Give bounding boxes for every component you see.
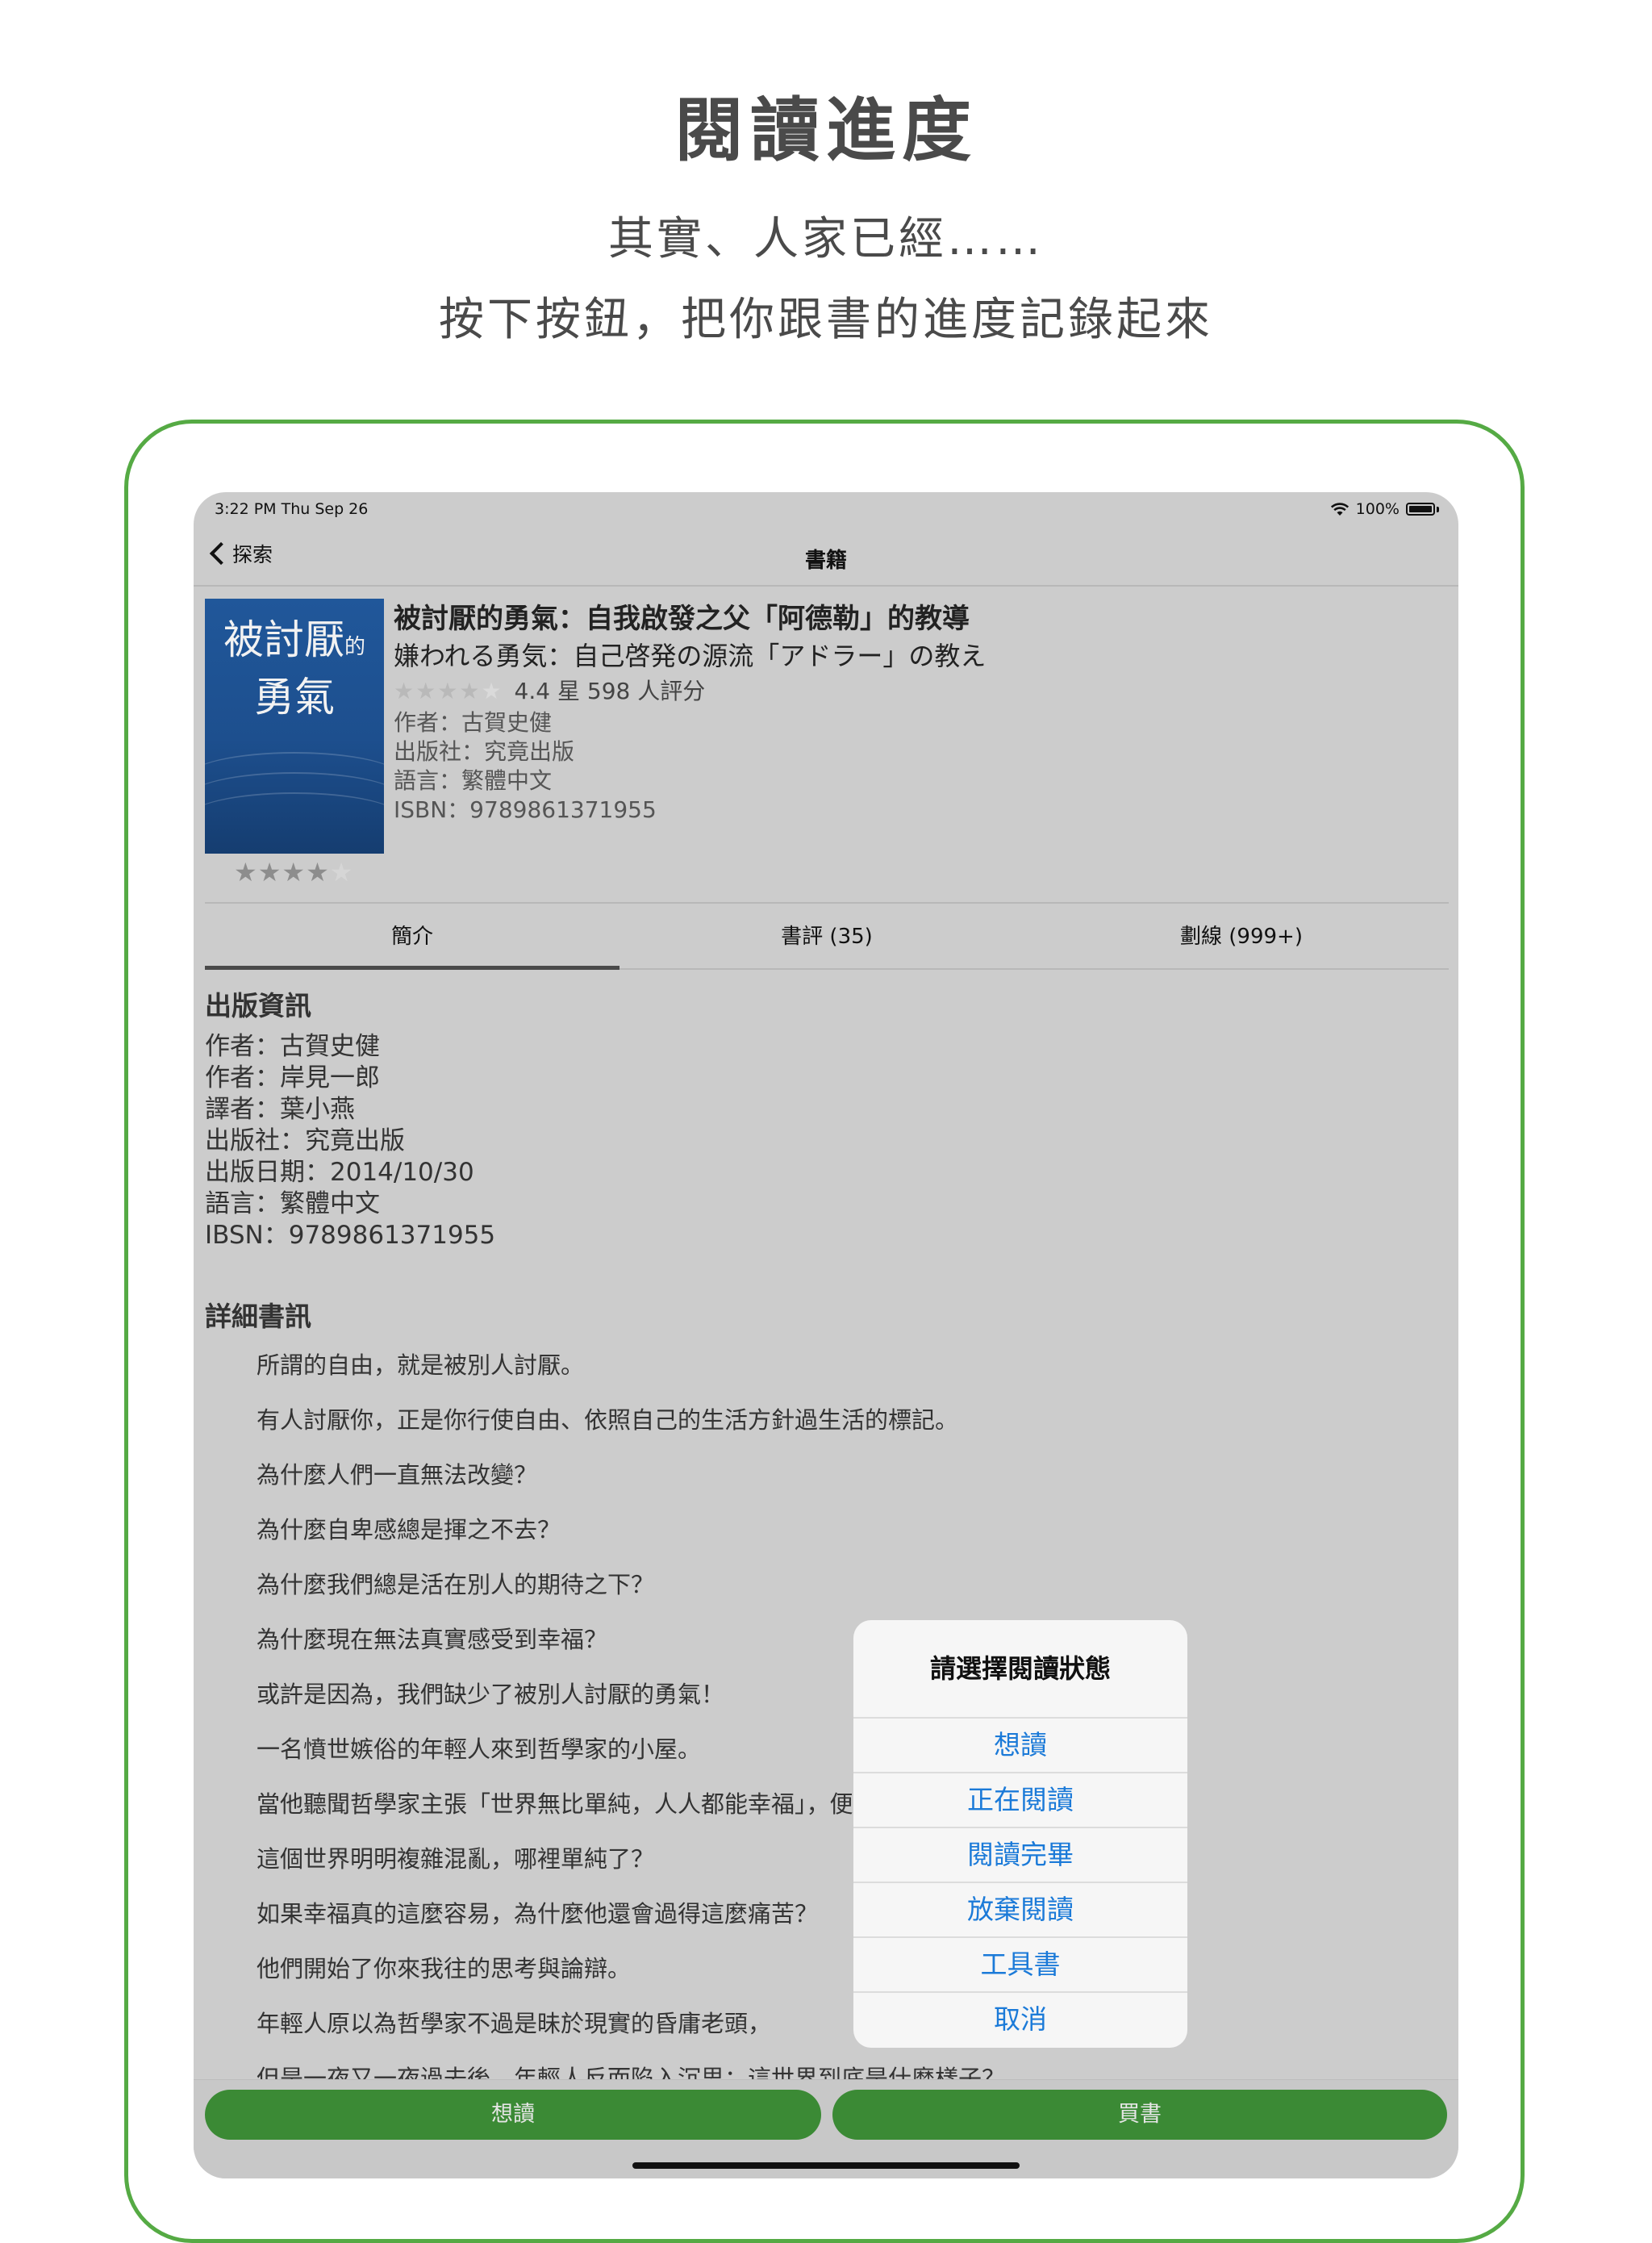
home-indicator[interactable]	[632, 2162, 1020, 2169]
star-icon: ★	[257, 857, 282, 888]
detail-line: 當他聽聞哲學家主張「世界無比單純，人人都能幸福」，便決心前來推翻這種謬論。	[257, 1790, 1111, 1818]
detail-line: 他們開始了你來我往的思考與論辯。	[257, 1955, 632, 1982]
status-right: 100%	[1330, 500, 1439, 518]
battery-icon	[1406, 503, 1435, 516]
tab-reviews[interactable]: 書評 (35)	[620, 920, 1034, 950]
alert-option-finished[interactable]: 閱讀完畢	[853, 1827, 1187, 1882]
cover-title-small: 的	[344, 635, 365, 659]
star-icon: ★	[437, 678, 460, 704]
book-title: 被討厭的勇氣：自我啟發之父「阿德勒」的教導	[394, 603, 970, 635]
star-icon: ★	[415, 678, 438, 704]
detail-line: 為什麼現在無法真實感受到幸福？	[257, 1626, 608, 1653]
publication-line: 出版日期：2014/10/30	[205, 1158, 474, 1187]
battery-tip	[1437, 506, 1439, 512]
publisher-line: 出版社：究竟出版	[394, 738, 575, 765]
publication-line: 作者：岸見一郎	[205, 1063, 380, 1092]
user-rating-stars[interactable]: ★★★★★	[234, 857, 353, 888]
nav-title: 書籍	[804, 549, 847, 573]
book-cover[interactable]: 被討厭的 勇氣	[205, 599, 384, 854]
detail-heading: 詳細書訊	[205, 1301, 311, 1332]
detail-line: 為什麼人們一直無法改變？	[257, 1461, 538, 1489]
alert-option-reference[interactable]: 工具書	[853, 1936, 1187, 1991]
publication-list: 作者：古賀史健 作者：岸見一郎 譯者：葉小燕 出版社：究竟出版 出版日期：201…	[205, 1031, 495, 1251]
segment-tabs: 簡介 書評 (35) 劃線 (999+)	[205, 902, 1449, 970]
device-screen: 3:22 PM Thu Sep 26 100% 探索 書籍 被討厭的 勇氣 ★★…	[194, 492, 1458, 2178]
detail-line: 或許是因為，我們缺少了被別人討厭的勇氣！	[257, 1681, 725, 1708]
alert-cancel-button[interactable]: 取消	[853, 1991, 1187, 2046]
promo-subtitle-1: 其實、人家已經……	[608, 213, 1044, 265]
cover-title-line2: 勇氣	[254, 674, 335, 721]
battery-percent: 100%	[1355, 500, 1400, 518]
tab-selected-indicator	[205, 966, 620, 970]
rating-row: ★★★★★ 4.4 星 598 人評分	[394, 675, 986, 708]
alert-title: 請選擇閱讀狀態	[929, 1653, 1111, 1684]
book-original-title: 嫌われる勇気：自己啓発の源流「アドラー」の教え	[394, 641, 987, 671]
rating-stars: ★★★★★	[394, 675, 503, 708]
publication-line: 語言：繁體中文	[205, 1189, 380, 1218]
publication-line: 譯者：葉小燕	[205, 1095, 355, 1124]
cover-title: 被討厭的 勇氣	[205, 615, 384, 722]
reading-status-alert: 請選擇閱讀狀態 想讀 正在閱讀 閱讀完畢 放棄閱讀 工具書 取消	[853, 1620, 1187, 2048]
detail-line: 年輕人原以為哲學家不過是昧於現實的昏庸老頭，	[257, 2010, 772, 2037]
status-time: 3:22 PM Thu Sep 26	[215, 500, 369, 518]
cover-title-line1: 被討厭	[223, 616, 344, 663]
want-to-read-button[interactable]: 想讀	[205, 2090, 821, 2140]
detail-line: 這個世界明明複雜混亂，哪裡單純了？	[257, 1845, 655, 1873]
status-bar: 3:22 PM Thu Sep 26 100%	[194, 492, 1458, 524]
publication-line: 出版社：究竟出版	[205, 1126, 405, 1155]
isbn-line: ISBN：9789861371955	[394, 796, 657, 823]
alert-option-reading[interactable]: 正在閱讀	[853, 1772, 1187, 1827]
star-icon: ★	[481, 678, 503, 704]
detail-line: 為什麼自卑感總是揮之不去？	[257, 1516, 561, 1543]
tab-highlights[interactable]: 劃線 (999+)	[1034, 920, 1449, 950]
promo-title: 閱讀進度	[674, 90, 978, 171]
cover-wave	[205, 792, 384, 842]
star-icon: ★	[394, 678, 416, 704]
rating-text: 4.4 星 598 人評分	[514, 678, 706, 704]
detail-line: 所謂的自由，就是被別人討厭。	[257, 1351, 585, 1379]
star-icon: ★	[459, 678, 482, 704]
author-line: 作者：古賀史健	[394, 709, 553, 736]
detail-line: 有人討厭你，正是你行使自由、依照自己的生活方針過生活的標記。	[257, 1406, 959, 1434]
star-icon: ★	[234, 857, 258, 888]
detail-line: 一名憤世嫉俗的年輕人來到哲學家的小屋。	[257, 1736, 702, 1763]
star-icon: ★	[282, 857, 307, 888]
bottom-action-bar: 想讀 買書	[194, 2079, 1458, 2178]
promo-subtitle-2: 按下按鈕，把你跟書的進度記錄起來	[439, 294, 1213, 346]
alert-option-abandoned[interactable]: 放棄閱讀	[853, 1882, 1187, 1936]
star-icon: ★	[306, 857, 330, 888]
publication-line: 作者：古賀史健	[205, 1032, 380, 1061]
buy-book-button[interactable]: 買書	[832, 2090, 1447, 2140]
tab-intro[interactable]: 簡介	[205, 920, 620, 950]
publication-line: IBSN：9789861371955	[205, 1221, 496, 1250]
star-icon: ★	[329, 857, 354, 888]
navigation-bar: 探索 書籍	[194, 524, 1458, 587]
publication-heading: 出版資訊	[205, 990, 311, 1021]
alert-option-want[interactable]: 想讀	[853, 1717, 1187, 1772]
wifi-icon	[1330, 503, 1349, 516]
detail-line: 如果幸福真的這麼容易，為什麼他還會過得這麼痛苦？	[257, 1900, 819, 1928]
detail-line: 為什麼我們總是活在別人的期待之下？	[257, 1571, 655, 1598]
book-info: 被討厭的勇氣：自我啟發之父「阿德勒」的教導 嫌われる勇気：自己啓発の源流「アドラ…	[394, 600, 986, 825]
language-line: 語言：繁體中文	[394, 767, 553, 794]
detail-text: 所謂的自由，就是被別人討厭。 有人討厭你，正是你行使自由、依照自己的生活方針過生…	[257, 1338, 1426, 2096]
